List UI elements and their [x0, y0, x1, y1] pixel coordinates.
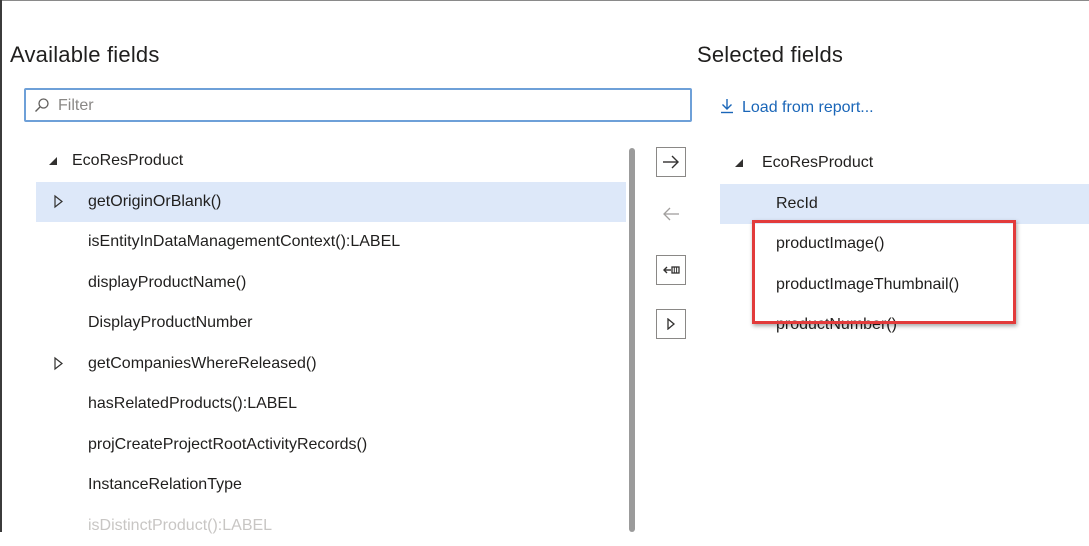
- tree-item-label: productImage(): [776, 224, 885, 265]
- tree-item-label: EcoResProduct: [762, 143, 873, 184]
- expand-caret-icon[interactable]: [52, 182, 66, 222]
- tree-item-label: productNumber(): [776, 305, 897, 346]
- remove-field-button[interactable]: [656, 199, 686, 229]
- expand-caret-icon[interactable]: [52, 344, 66, 384]
- tree-item-label: EcoResProduct: [72, 141, 183, 182]
- collapse-caret-icon[interactable]: [46, 141, 60, 181]
- remove-all-fields-button[interactable]: [656, 255, 686, 285]
- load-from-report-label: Load from report...: [742, 99, 874, 116]
- tree-item-label: DisplayProductNumber: [88, 303, 253, 344]
- add-all-fields-button[interactable]: [656, 309, 686, 339]
- tree-item-label: displayProductName(): [88, 263, 246, 304]
- available-fields-heading: Available fields: [10, 42, 160, 68]
- tree-item-row[interactable]: DisplayProductNumber: [36, 303, 626, 344]
- tree-item-row[interactable]: isDistinctProduct():LABEL: [36, 506, 626, 546]
- tree-item-row[interactable]: productImage(): [720, 224, 1089, 265]
- collapse-caret-icon[interactable]: [732, 143, 746, 183]
- tree-item-row[interactable]: projCreateProjectRootActivityRecords(): [36, 425, 626, 466]
- selected-fields-tree: EcoResProductRecIdproductImage()productI…: [720, 143, 1089, 346]
- tree-item-label: getCompaniesWhereReleased(): [88, 344, 317, 385]
- tree-item-label: getOriginOrBlank(): [88, 182, 221, 223]
- tree-item-row[interactable]: getCompaniesWhereReleased(): [36, 344, 626, 385]
- load-from-report-link[interactable]: Load from report...: [720, 98, 874, 117]
- tree-item-label: RecId: [776, 184, 818, 225]
- tree-item-row[interactable]: getOriginOrBlank(): [36, 182, 626, 223]
- arrow-right-icon: [662, 155, 680, 169]
- window-top-border: [0, 0, 1089, 1]
- add-field-button[interactable]: [656, 147, 686, 177]
- tree-item-label: isDistinctProduct():LABEL: [88, 506, 272, 546]
- tree-item-label: InstanceRelationType: [88, 465, 242, 506]
- available-fields-scrollbar[interactable]: [629, 148, 635, 532]
- tree-item-row[interactable]: productNumber(): [720, 305, 1089, 346]
- tree-group-row[interactable]: EcoResProduct: [36, 141, 626, 182]
- download-icon: [720, 98, 734, 114]
- arrow-left-bar-icon: [662, 264, 680, 276]
- available-fields-tree: EcoResProductgetOriginOrBlank()isEntityI…: [36, 141, 626, 546]
- tree-item-label: hasRelatedProducts():LABEL: [88, 384, 297, 425]
- tree-item-row[interactable]: RecId: [720, 184, 1089, 225]
- tree-item-row[interactable]: displayProductName(): [36, 263, 626, 304]
- window-left-border: [0, 0, 2, 532]
- tree-group-row[interactable]: EcoResProduct: [720, 143, 1089, 184]
- filter-box[interactable]: [24, 88, 692, 122]
- selected-fields-heading: Selected fields: [697, 42, 843, 68]
- tree-item-row[interactable]: productImageThumbnail(): [720, 265, 1089, 306]
- arrow-left-icon: [662, 207, 680, 221]
- tree-item-label: isEntityInDataManagementContext():LABEL: [88, 222, 400, 263]
- tree-item-label: projCreateProjectRootActivityRecords(): [88, 425, 367, 466]
- tree-item-label: productImageThumbnail(): [776, 265, 959, 306]
- filter-input[interactable]: [56, 93, 680, 119]
- search-icon: [34, 97, 50, 113]
- tree-item-row[interactable]: isEntityInDataManagementContext():LABEL: [36, 222, 626, 263]
- tree-item-row[interactable]: InstanceRelationType: [36, 465, 626, 506]
- caret-right-icon: [666, 318, 676, 330]
- tree-item-row[interactable]: hasRelatedProducts():LABEL: [36, 384, 626, 425]
